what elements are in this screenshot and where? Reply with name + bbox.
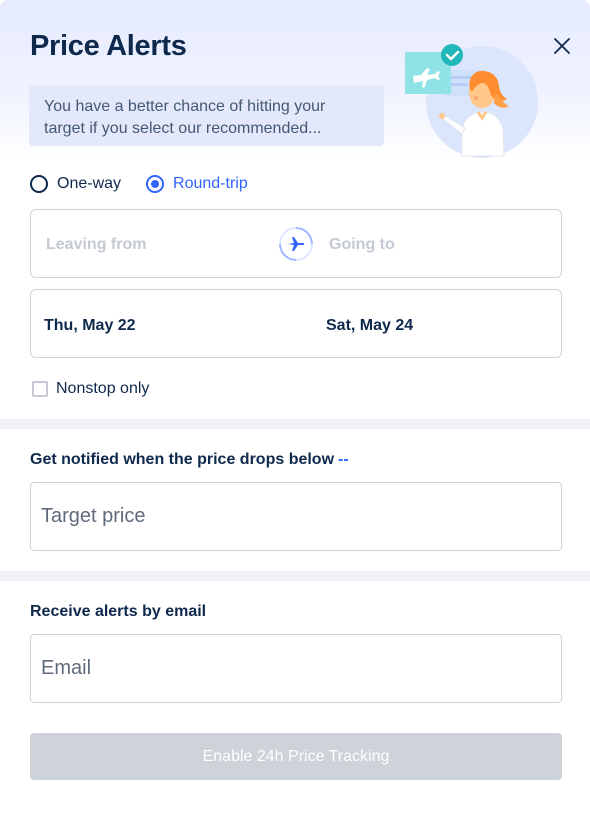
radio-round-trip[interactable]: Round-trip — [146, 175, 248, 193]
price-alert-illustration — [405, 44, 538, 158]
close-icon[interactable] — [550, 34, 574, 58]
return-date[interactable]: Sat, May 24 — [326, 317, 413, 335]
price-alerts-dialog: Price Alerts You have a better chance of… — [0, 0, 590, 816]
radio-dot — [146, 175, 165, 193]
radio-label: Round-trip — [173, 175, 248, 192]
radio-one-way[interactable]: One-way — [30, 175, 121, 193]
going-to-field[interactable]: Going to — [329, 236, 395, 254]
radio-dot — [30, 175, 48, 193]
price-value: -- — [338, 451, 349, 468]
dialog-title: Price Alerts — [30, 30, 187, 62]
leaving-from-field[interactable]: Leaving from — [46, 236, 146, 254]
nonstop-checkbox[interactable]: Nonstop only — [32, 380, 149, 398]
enable-tracking-button[interactable]: Enable 24h Price Tracking — [30, 733, 562, 780]
trip-type-selector: One-way Round-trip — [30, 172, 273, 196]
section-divider — [0, 419, 590, 429]
radio-label: One-way — [57, 175, 122, 192]
email-input[interactable] — [30, 634, 562, 703]
plane-icon[interactable] — [279, 227, 313, 261]
price-section-label: Get notified when the price drops below -… — [30, 451, 349, 469]
recommendation-tip: You have a better chance of hitting your… — [29, 85, 384, 146]
section-divider — [0, 571, 590, 581]
nonstop-label: Nonstop only — [56, 380, 150, 397]
price-label-text: Get notified when the price drops below — [30, 451, 335, 468]
route-selector: Leaving from Going to — [30, 209, 562, 278]
checkbox-box — [32, 381, 48, 397]
date-selector: Thu, May 22 Sat, May 24 — [30, 289, 562, 358]
target-price-input[interactable] — [30, 482, 562, 551]
email-section-label: Receive alerts by email — [30, 603, 207, 620]
depart-date[interactable]: Thu, May 22 — [44, 317, 136, 335]
